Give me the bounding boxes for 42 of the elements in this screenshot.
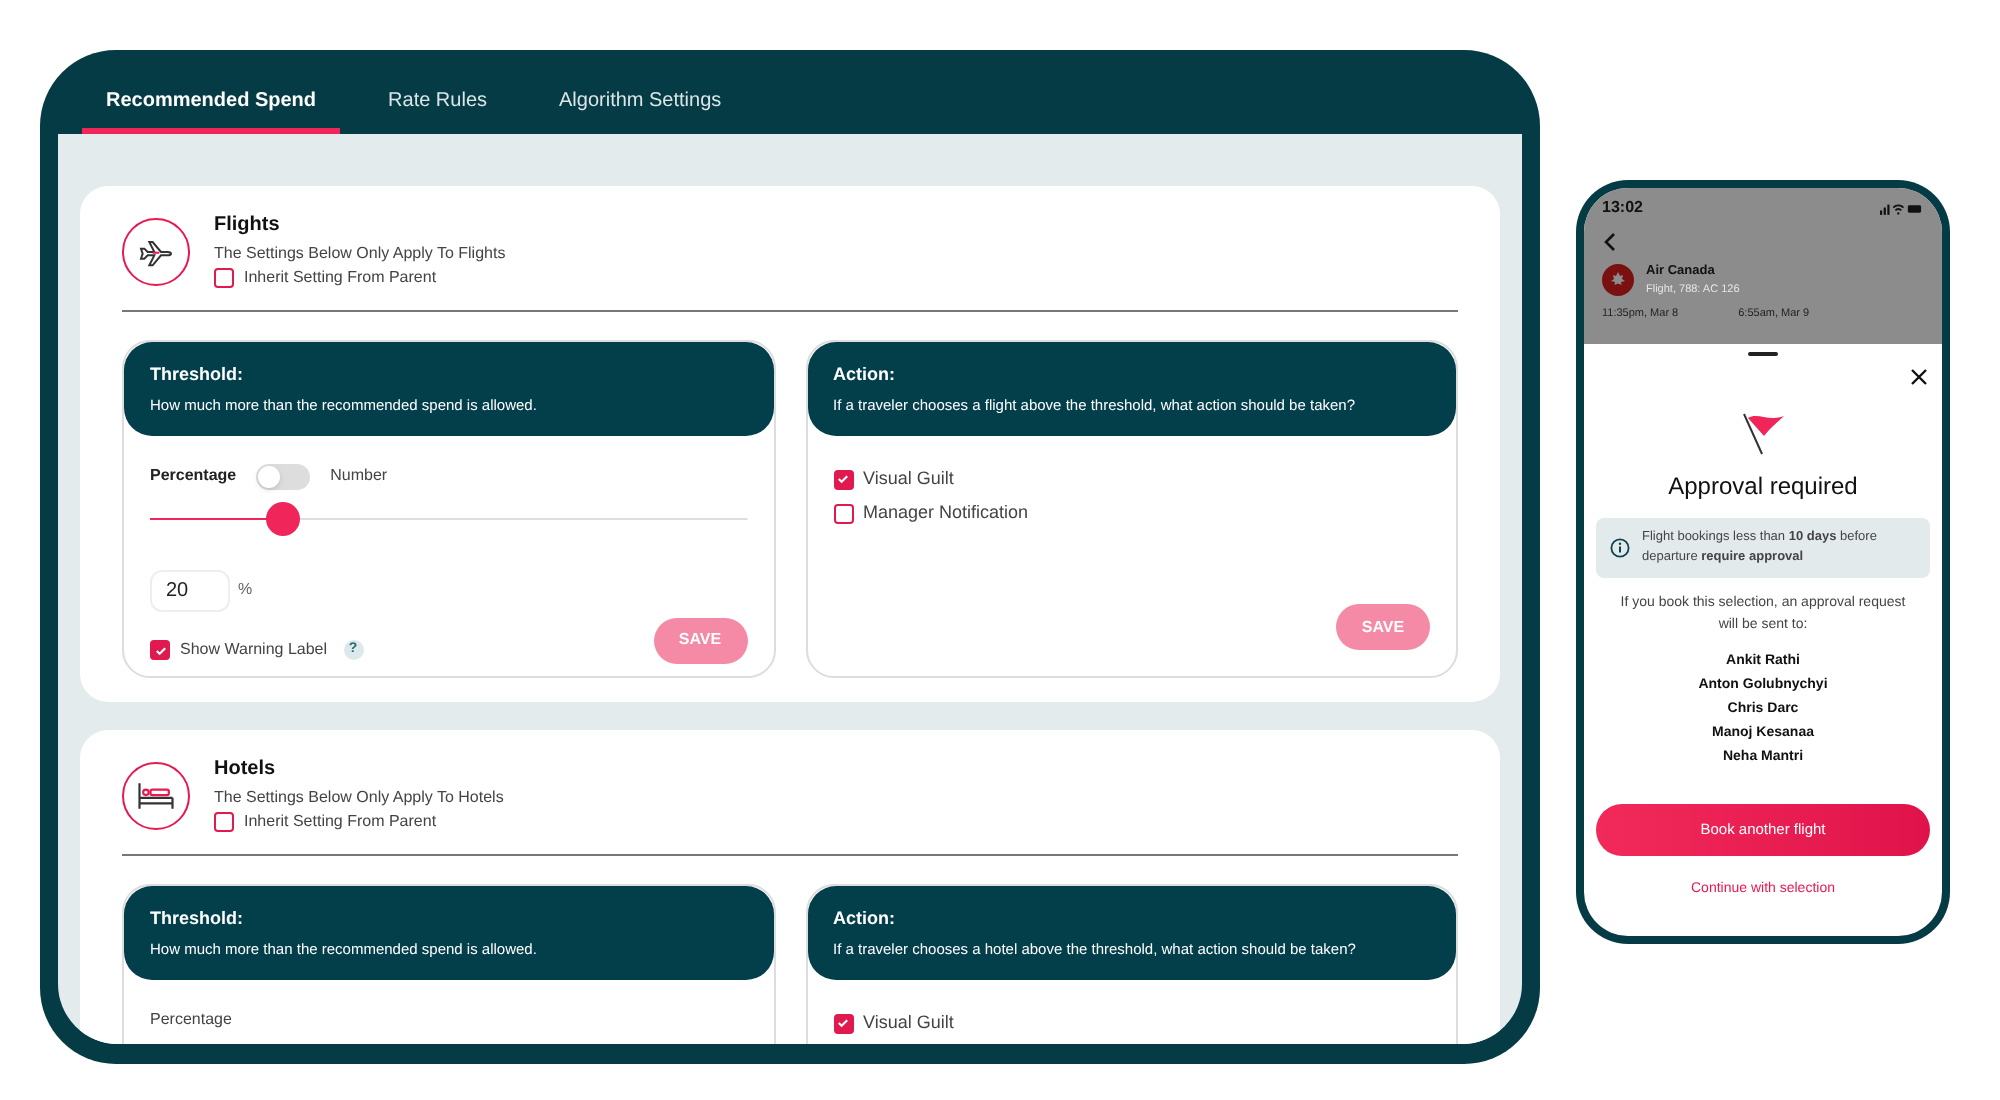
check-icon: [153, 643, 167, 658]
panel-title: Threshold:: [150, 362, 245, 388]
checkbox[interactable]: [214, 268, 234, 288]
section-subtitle: The Settings Below Only Apply To Hotels: [214, 786, 504, 810]
section-title: Hotels: [214, 756, 278, 784]
status-time: 13:02: [1602, 196, 1643, 220]
mode-label: Number: [330, 464, 388, 489]
sheet-title: Approval required: [1668, 470, 1858, 504]
tab[interactable]: Algorithm Settings: [535, 74, 746, 134]
unit-label: %: [238, 578, 253, 603]
checkbox-label: Inherit Setting From Parent: [244, 266, 437, 290]
checkbox-label: Manager Notification: [863, 500, 1029, 527]
checkbox[interactable]: [833, 1013, 853, 1033]
checkbox[interactable]: [214, 812, 234, 832]
section-subtitle: The Settings Below Only Apply To Flights: [214, 242, 506, 266]
panel-title: Action:: [833, 362, 897, 388]
toggle-switch[interactable]: [256, 463, 311, 490]
section-title: Flights: [214, 212, 282, 240]
check-icon: [836, 1016, 850, 1030]
mode-label: Percentage: [150, 464, 237, 489]
slider-thumb[interactable]: [265, 501, 300, 536]
panel-title: Threshold:: [150, 906, 245, 932]
checkbox-label: Visual Guilt: [863, 1009, 954, 1036]
close-icon[interactable]: [1910, 368, 1928, 386]
tab[interactable]: Rate Rules: [364, 74, 511, 134]
checkbox[interactable]: [150, 640, 170, 661]
plane-icon: [122, 218, 190, 286]
flag-icon: [1737, 408, 1789, 456]
check-icon: [836, 472, 850, 486]
drag-handle[interactable]: [1748, 352, 1778, 356]
status-icons: [1880, 201, 1924, 215]
number-input[interactable]: 20: [150, 569, 230, 612]
info-icon: [1610, 538, 1630, 558]
bed-icon: [122, 762, 190, 830]
checkbox-label: Visual Guilt: [863, 465, 954, 492]
checkbox-label: Show Warning Label: [180, 638, 328, 663]
back-icon[interactable]: [1602, 232, 1618, 252]
checkbox[interactable]: [833, 504, 853, 524]
checkbox-label: Inherit Setting From Parent: [244, 810, 437, 834]
mode-label: Percentage: [150, 1007, 232, 1032]
panel-title: Action:: [833, 906, 897, 932]
checkbox[interactable]: [833, 469, 853, 489]
